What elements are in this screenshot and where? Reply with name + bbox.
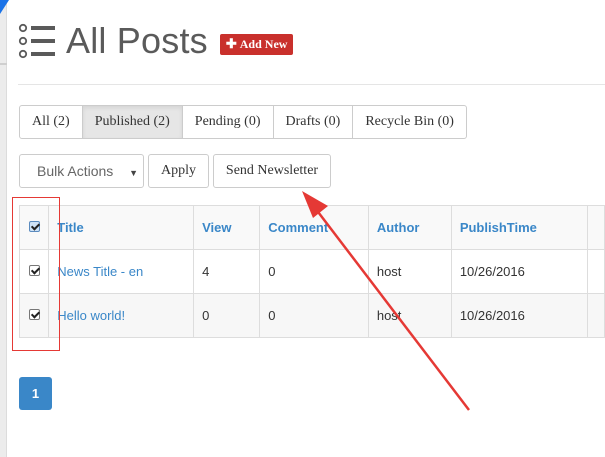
filter-all[interactable]: All (2): [19, 105, 83, 139]
header-divider: [18, 84, 605, 85]
select-all-checkbox[interactable]: [28, 221, 40, 232]
title-cell: Hello world!: [48, 293, 195, 338]
table-row: News Title - en 4 0 host 10/26/2016: [18, 249, 605, 294]
publish-time-cell: 10/26/2016: [450, 293, 589, 338]
apply-button[interactable]: Apply: [148, 154, 209, 188]
row-checkbox[interactable]: [28, 309, 40, 320]
filter-pending[interactable]: Pending (0): [181, 105, 274, 139]
send-newsletter-button[interactable]: Send Newsletter: [213, 154, 331, 188]
corner-marker: [0, 0, 9, 14]
filter-recycle-bin[interactable]: Recycle Bin (0): [352, 105, 467, 139]
table-header-row: Title View Comment Author PublishTime: [18, 205, 605, 250]
author-cell: host: [367, 249, 452, 294]
bulk-actions-select[interactable]: Bulk Actions ▼: [19, 154, 144, 188]
post-title-link[interactable]: News Title - en: [57, 264, 143, 279]
strip-divider: [0, 63, 7, 65]
bulk-actions-value: Bulk Actions: [37, 163, 114, 179]
title-cell: News Title - en: [48, 249, 195, 294]
extra-cell: [587, 249, 605, 294]
posts-table: Title View Comment Author PublishTime Ne…: [18, 205, 605, 338]
comment-cell: 0: [259, 249, 369, 294]
post-title-link[interactable]: Hello world!: [57, 308, 125, 323]
page-header: All Posts ✚ Add New: [18, 18, 294, 64]
column-header-publish-time[interactable]: PublishTime: [450, 205, 589, 250]
page-title: All Posts: [66, 20, 208, 61]
column-header-title[interactable]: Title: [48, 205, 195, 250]
view-cell: 4: [193, 249, 261, 294]
add-new-label: Add New: [239, 36, 288, 51]
column-header-author[interactable]: Author: [367, 205, 452, 250]
comment-cell: 0: [259, 293, 369, 338]
view-cell: 0: [193, 293, 261, 338]
list-icon: [18, 22, 56, 60]
caret-down-icon: ▼: [129, 168, 138, 178]
column-header-view[interactable]: View: [193, 205, 261, 250]
column-header-extra: [587, 205, 605, 250]
author-cell: host: [367, 293, 452, 338]
add-new-button[interactable]: ✚ Add New: [219, 33, 294, 55]
status-filter-group: All (2) Published (2) Pending (0) Drafts…: [19, 105, 467, 139]
row-select-cell: [18, 293, 50, 338]
row-select-cell: [18, 249, 50, 294]
filter-published[interactable]: Published (2): [81, 105, 183, 139]
extra-cell: [587, 293, 605, 338]
pagination-page-1[interactable]: 1: [19, 377, 52, 410]
table-row: Hello world! 0 0 host 10/26/2016: [18, 293, 605, 338]
left-sidebar-strip: [0, 0, 9, 457]
publish-time-cell: 10/26/2016: [450, 249, 589, 294]
filter-drafts[interactable]: Drafts (0): [272, 105, 354, 139]
column-header-comment[interactable]: Comment: [259, 205, 369, 250]
select-all-cell: [18, 205, 50, 250]
plus-icon: ✚: [225, 36, 237, 51]
row-checkbox[interactable]: [28, 265, 40, 276]
